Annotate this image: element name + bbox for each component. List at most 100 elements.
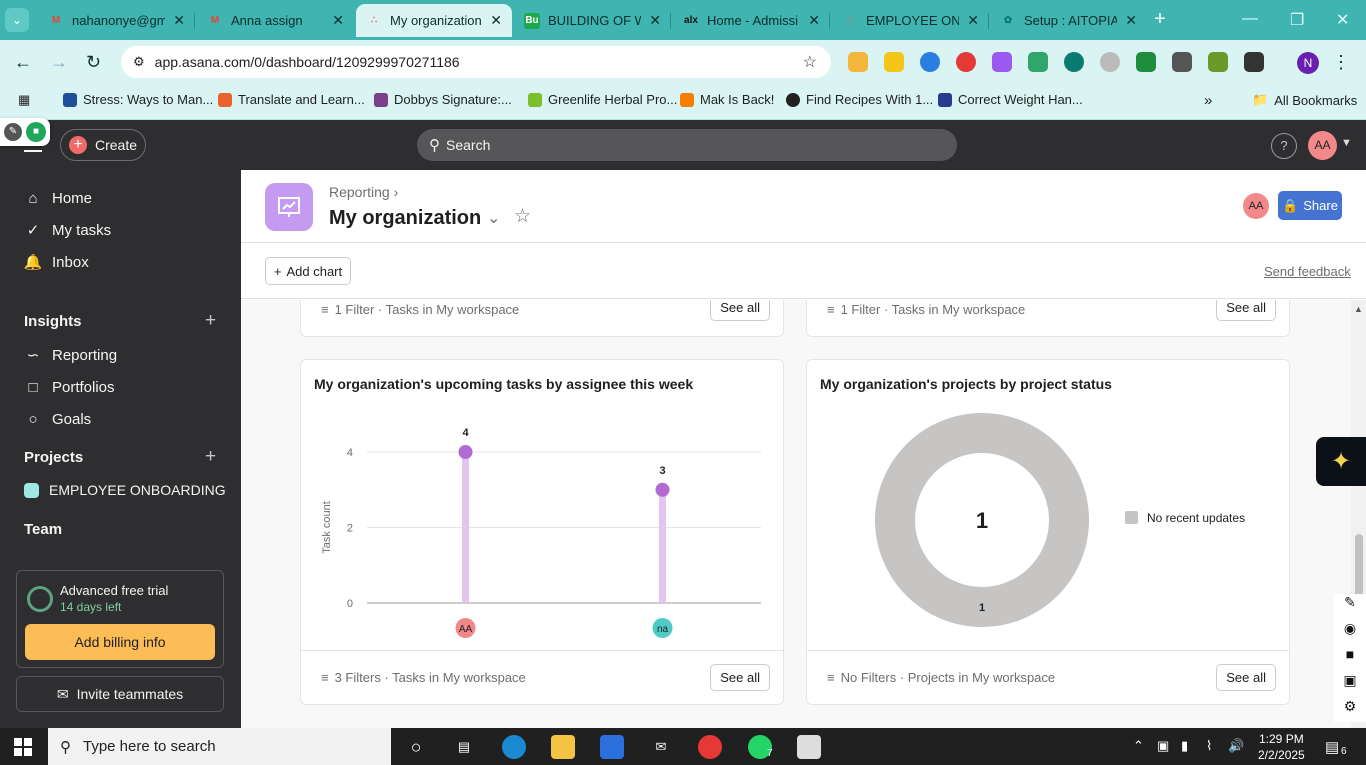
close-tab-icon[interactable]: ✕	[649, 12, 661, 29]
floating-extension-widget[interactable]: ✎ ■	[0, 118, 50, 146]
close-tab-icon[interactable]: ✕	[490, 12, 502, 29]
filter-summary[interactable]: ≡ No Filters · Projects in My workspace	[827, 670, 1055, 685]
profile-avatar[interactable]: N	[1297, 52, 1319, 74]
cortana-icon[interactable]: ○	[404, 735, 428, 759]
close-tab-icon[interactable]: ✕	[332, 12, 344, 29]
extension-icon[interactable]	[1208, 52, 1228, 72]
chevron-up-icon[interactable]: ⌃	[1133, 738, 1144, 754]
pen-icon[interactable]: ✎	[4, 123, 22, 141]
mail-icon[interactable]: ✉	[649, 735, 673, 759]
close-tab-icon[interactable]: ✕	[808, 12, 820, 29]
sidebar-item-goals[interactable]: ○ Goals	[24, 410, 91, 428]
see-all-button[interactable]: See all	[710, 300, 770, 321]
see-all-button[interactable]: See all	[1216, 300, 1276, 321]
chatgpt-icon[interactable]	[1064, 52, 1084, 72]
extension-icon[interactable]	[848, 52, 868, 72]
user-avatar[interactable]: AA	[1308, 131, 1337, 160]
favorite-star-icon[interactable]: ☆	[514, 205, 531, 228]
puzzle-icon[interactable]	[1244, 52, 1264, 72]
windows-start-icon[interactable]	[14, 738, 32, 756]
new-tab-button[interactable]: +	[1148, 8, 1172, 32]
edge-icon[interactable]	[502, 735, 526, 759]
projects-heading[interactable]: Projects	[24, 449, 83, 466]
browser-tab[interactable]: ∴ EMPLOYEE ONB ✕	[832, 4, 989, 37]
window-icon[interactable]: ▣	[1334, 672, 1366, 698]
close-tab-icon[interactable]: ✕	[173, 12, 185, 29]
video-icon[interactable]: ■	[1334, 646, 1366, 672]
see-all-button[interactable]: See all	[710, 664, 770, 691]
browser-tab[interactable]: ✿ Setup : AITOPIA ✕	[990, 4, 1147, 37]
bookmark-star-icon[interactable]: ☆	[803, 52, 817, 72]
add-project-icon[interactable]: +	[205, 446, 216, 468]
add-insight-icon[interactable]: +	[205, 310, 216, 332]
add-billing-button[interactable]: Add billing info	[25, 624, 215, 660]
forward-icon[interactable]: →	[50, 52, 68, 73]
gear-icon[interactable]: ⚙	[1334, 698, 1366, 724]
close-window-icon[interactable]: ✕	[1336, 10, 1349, 30]
browser-tab[interactable]: M nahanonye@gm ✕	[38, 4, 195, 37]
filter-summary[interactable]: ≡ 1 Filter · Tasks in My workspace	[321, 302, 519, 317]
sidebar-item-portfolios[interactable]: □ Portfolios	[24, 378, 114, 396]
browser-tab[interactable]: M Anna assign ✕	[197, 4, 354, 37]
camera-icon[interactable]: ◉	[1334, 620, 1366, 646]
camera-icon[interactable]: ▣	[1157, 738, 1169, 754]
file-explorer-icon[interactable]	[551, 735, 575, 759]
bookmark-item[interactable]: Greenlife Herbal Pro...	[528, 92, 677, 107]
bot-icon[interactable]: ■	[26, 122, 46, 142]
extension-icon[interactable]	[920, 52, 940, 72]
ai-assistant-button[interactable]: ✦	[1316, 437, 1366, 486]
bookmark-item[interactable]: Stress: Ways to Man...	[63, 92, 213, 107]
browser-tab-active[interactable]: ∴ My organization ✕	[356, 4, 512, 37]
sidebar-item-reporting[interactable]: ∽ Reporting	[24, 346, 117, 365]
add-chart-button[interactable]: + Add chart	[265, 257, 351, 285]
bookmark-item[interactable]: Find Recipes With 1...	[786, 92, 933, 107]
filter-summary[interactable]: ≡ 3 Filters · Tasks in My workspace	[321, 670, 526, 685]
notification-icon[interactable]: ▤	[1325, 738, 1339, 756]
bookmark-item[interactable]: Translate and Learn...	[218, 92, 365, 107]
app-icon[interactable]	[797, 735, 821, 759]
member-avatar[interactable]: AA	[1243, 193, 1269, 219]
help-button[interactable]: ?	[1271, 133, 1297, 159]
bookmark-item[interactable]: Correct Weight Han...	[938, 92, 1083, 107]
extension-icon[interactable]	[884, 52, 904, 72]
extension-icon[interactable]	[1028, 52, 1048, 72]
insights-heading[interactable]: Insights	[24, 313, 82, 330]
search-input[interactable]: ⚲ Search	[417, 129, 957, 161]
minimize-icon[interactable]: —	[1242, 10, 1258, 28]
pen-icon[interactable]: ✎	[1334, 594, 1366, 620]
breadcrumb[interactable]: Reporting ›	[329, 184, 398, 200]
team-heading[interactable]: Team	[24, 521, 62, 538]
browser-tab[interactable]: Bu BUILDING OF W ✕	[514, 4, 671, 37]
tab-search-dropdown[interactable]: ⌄	[5, 8, 29, 32]
taskbar-search-input[interactable]: ⚲ Type here to search	[48, 728, 391, 765]
clock[interactable]: 1:29 PM 2/2/2025	[1258, 731, 1305, 763]
chevron-down-icon[interactable]: ▼	[1341, 137, 1352, 149]
chrome-icon[interactable]	[698, 735, 722, 759]
site-info-icon[interactable]: ⚙	[133, 54, 145, 70]
share-button[interactable]: 🔒 Share	[1278, 191, 1342, 220]
extension-icon[interactable]	[956, 52, 976, 72]
filter-summary[interactable]: ≡ 1 Filter · Tasks in My workspace	[827, 302, 1025, 317]
sidebar-item-project[interactable]: EMPLOYEE ONBOARDING	[24, 482, 226, 498]
bookmark-item[interactable]: Dobbys Signature:...	[374, 92, 512, 107]
task-view-icon[interactable]: ▤	[452, 735, 476, 759]
volume-icon[interactable]: 🔊	[1228, 738, 1244, 754]
sidebar-item-inbox[interactable]: 🔔 Inbox	[24, 253, 89, 272]
all-bookmarks-button[interactable]: 📁 All Bookmarks	[1252, 92, 1357, 108]
close-tab-icon[interactable]: ✕	[1125, 12, 1137, 29]
wifi-icon[interactable]: ⌇	[1206, 738, 1212, 754]
extension-icon[interactable]	[992, 52, 1012, 72]
invite-teammates-button[interactable]: ✉ Invite teammates	[16, 676, 224, 712]
sidebar-item-home[interactable]: ⌂ Home	[24, 189, 92, 207]
bookmark-item[interactable]: Mak Is Back!	[680, 92, 774, 107]
download-icon[interactable]	[1136, 52, 1156, 72]
title-dropdown-icon[interactable]: ⌄	[487, 208, 500, 228]
close-tab-icon[interactable]: ✕	[967, 12, 979, 29]
apps-grid-icon[interactable]: ▦	[18, 92, 30, 108]
send-feedback-link[interactable]: Send feedback	[1264, 264, 1351, 279]
battery-icon[interactable]: ▮	[1181, 738, 1188, 754]
browser-tab[interactable]: alx Home - Admissi ✕	[673, 4, 830, 37]
menu-dots-icon[interactable]: ⋮	[1332, 52, 1350, 73]
reload-icon[interactable]: ↻	[86, 52, 101, 73]
back-icon[interactable]: ←	[14, 52, 32, 73]
